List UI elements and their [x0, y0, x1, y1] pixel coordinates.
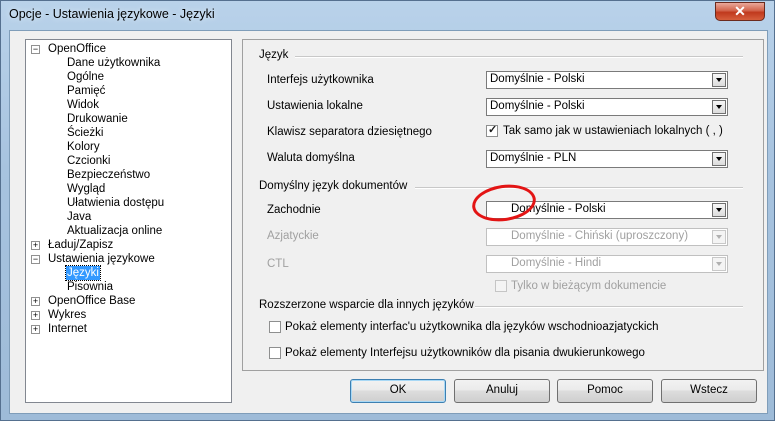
tree-item-view[interactable]: Widok — [67, 98, 99, 112]
section-divider — [295, 56, 743, 58]
ctl-language-select[interactable]: Domyślnie - Hindi — [486, 255, 728, 273]
asian-language-select[interactable]: Domyślnie - Chiński (uproszczony) — [486, 228, 728, 246]
collapse-icon[interactable]: − — [31, 45, 40, 54]
ctl-language-value: Domyślnie - Hindi — [511, 257, 602, 269]
ui-language-label: Interfejs użytkownika — [267, 74, 374, 86]
section-divider — [415, 187, 743, 189]
tree-item-print[interactable]: Drukowanie — [67, 112, 128, 126]
tree-item-colors[interactable]: Kolory — [67, 140, 100, 154]
section-language-title: Język — [259, 49, 289, 61]
locale-label: Ustawienia lokalne — [267, 100, 363, 112]
collapse-icon[interactable]: − — [31, 255, 40, 264]
tree-item-internet[interactable]: Internet — [48, 322, 87, 336]
section-enhanced-title: Rozszerzone wsparcie dla innych języków — [259, 299, 474, 311]
expand-icon[interactable]: + — [31, 241, 40, 250]
tree-item-languages[interactable]: Języki — [65, 265, 101, 281]
ui-language-select[interactable]: Domyślnie - Polski — [486, 71, 728, 89]
back-button[interactable]: Wstecz — [661, 379, 757, 403]
chevron-down-icon[interactable] — [712, 152, 726, 166]
section-divider — [475, 306, 743, 308]
asian-ui-label[interactable]: Pokaż elementy interfac'u użytkownika dl… — [285, 321, 659, 333]
ctl-label: CTL — [267, 258, 289, 270]
ui-language-value: Domyślnie - Polski — [490, 73, 585, 85]
ok-button[interactable]: OK — [350, 379, 446, 403]
tree-item-language-settings[interactable]: Ustawienia językowe — [48, 252, 155, 266]
tree-item-openoffice[interactable]: OpenOffice — [48, 42, 106, 56]
tree-item-general[interactable]: Ogólne — [67, 70, 104, 84]
tree-item-openoffice-base[interactable]: OpenOffice Base — [48, 294, 135, 308]
locale-value: Domyślnie - Polski — [490, 100, 585, 112]
chevron-down-icon[interactable] — [712, 203, 726, 217]
tree-item-java[interactable]: Java — [67, 210, 91, 224]
locale-select[interactable]: Domyślnie - Polski — [486, 98, 728, 116]
chevron-down-icon[interactable] — [712, 73, 726, 87]
expand-icon[interactable]: + — [31, 311, 40, 320]
window-title: Opcje - Ustawienia językowe - Języki — [9, 7, 215, 21]
tree-item-accessibility[interactable]: Ułatwienia dostępu — [67, 196, 164, 210]
expand-icon[interactable]: + — [31, 325, 40, 334]
tree-item-fonts[interactable]: Czcionki — [67, 154, 110, 168]
tree-item-online-update[interactable]: Aktualizacja online — [67, 224, 162, 238]
options-tree[interactable]: − OpenOffice Dane użytkownika Ogólne Pam… — [25, 39, 232, 403]
section-doc-language-title: Domyślny język dokumentów — [259, 180, 408, 192]
decimal-separator-check-label[interactable]: Tak samo jak w ustawieniach lokalnych ( … — [503, 125, 723, 137]
asian-label: Azjatyckie — [267, 230, 319, 242]
decimal-separator-checkbox[interactable] — [486, 123, 498, 137]
current-doc-only-checkbox[interactable] — [495, 280, 507, 292]
cancel-button[interactable]: Anuluj — [454, 379, 550, 403]
chevron-down-icon[interactable] — [712, 100, 726, 114]
chevron-down-icon[interactable] — [712, 230, 726, 244]
western-label: Zachodnie — [267, 204, 321, 216]
help-button[interactable]: Pomoc — [557, 379, 653, 403]
tree-item-memory[interactable]: Pamięć — [67, 84, 105, 98]
asian-language-value: Domyślnie - Chiński (uproszczony) — [511, 230, 689, 242]
tree-item-charts[interactable]: Wykres — [48, 308, 86, 322]
ctl-ui-label[interactable]: Pokaż elementy Interfejsu użytkowników d… — [285, 347, 645, 359]
title-bar[interactable]: Opcje - Ustawienia językowe - Języki ✕ — [1, 1, 774, 29]
tree-item-paths[interactable]: Ścieżki — [67, 126, 103, 140]
tree-item-load-save[interactable]: Ładuj/Zapisz — [48, 238, 113, 252]
currency-value: Domyślnie - PLN — [490, 152, 577, 164]
options-dialog: Opcje - Ustawienia językowe - Języki ✕ −… — [0, 0, 775, 421]
dialog-body: − OpenOffice Dane użytkownika Ogólne Pam… — [9, 30, 768, 414]
decimal-separator-label: Klawisz separatora dziesiętnego — [267, 126, 432, 138]
expand-icon[interactable]: + — [31, 297, 40, 306]
current-doc-only-label[interactable]: Tylko w bieżącym dokumencie — [511, 280, 666, 292]
tree-item-security[interactable]: Bezpieczeństwo — [67, 168, 150, 182]
asian-ui-checkbox[interactable] — [269, 321, 281, 333]
tree-item-appearance[interactable]: Wygląd — [67, 182, 105, 196]
tree-item-spelling[interactable]: Pisownia — [67, 280, 113, 294]
currency-label: Waluta domyślna — [267, 152, 355, 164]
tree-item-user-data[interactable]: Dane użytkownika — [67, 56, 160, 70]
currency-select[interactable]: Domyślnie - PLN — [486, 150, 728, 168]
close-button[interactable]: ✕ — [715, 2, 765, 21]
chevron-down-icon[interactable] — [712, 257, 726, 271]
ctl-ui-checkbox[interactable] — [269, 347, 281, 359]
